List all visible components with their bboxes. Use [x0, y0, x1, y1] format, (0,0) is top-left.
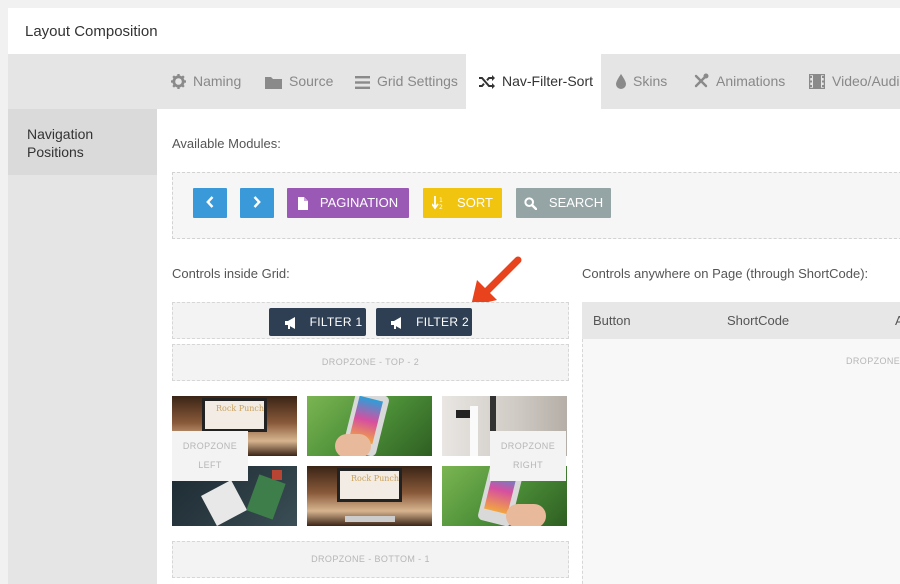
- panel-title: Layout Composition: [8, 8, 900, 54]
- thumb-logo-text-2: Rock Punch: [351, 474, 400, 483]
- tab-skins[interactable]: Skins: [616, 54, 667, 109]
- col-header-a: A: [895, 313, 900, 328]
- dropzone-left-line1: DROPZONE: [182, 441, 238, 451]
- svg-text:2: 2: [439, 204, 443, 210]
- dropzone-right-line2: RIGHT: [513, 460, 543, 470]
- shortcode-dropzone[interactable]: DROPZONE: [582, 339, 900, 584]
- megaphone-icon: [391, 317, 402, 329]
- dropzone-bottom-1[interactable]: DROPZONE - BOTTOM - 1: [172, 541, 569, 578]
- shortcode-table-header: Button ShortCode A: [582, 302, 900, 339]
- tab-video-audio[interactable]: Video/Audi: [808, 54, 899, 109]
- dropzone-left-line2: LEFT: [198, 460, 222, 470]
- dropzone-right-line1: DROPZONE: [500, 441, 556, 451]
- folder-icon: [265, 77, 282, 89]
- filter-2-button[interactable]: FILTER 2: [376, 308, 472, 336]
- list-icon: [355, 76, 370, 89]
- sidebar-item-label-line2: Positions: [27, 144, 84, 160]
- thumbnail-phone-hand: [307, 396, 432, 456]
- search-icon: [524, 197, 538, 211]
- dropzone-left[interactable]: DROPZONE LEFT: [172, 431, 248, 481]
- droplet-icon: [616, 74, 626, 89]
- controls-inside-grid-label: Controls inside Grid:: [172, 266, 290, 281]
- sort-numeric-icon: 12: [431, 196, 443, 211]
- sidebar: Navigation Positions: [8, 109, 157, 584]
- tools-icon: [694, 73, 709, 88]
- main-content: Available Modules: PAGINATION 1 2 SORT SEA…: [157, 109, 900, 584]
- col-header-shortcode: ShortCode: [727, 313, 790, 328]
- sidebar-item-label-line1: Navigation: [27, 126, 94, 142]
- tab-animations[interactable]: Animations: [693, 54, 785, 109]
- tab-source[interactable]: Source: [265, 54, 333, 109]
- file-icon: [297, 197, 308, 210]
- megaphone-icon: [284, 317, 295, 329]
- controls-anywhere-label: Controls anywhere on Page (through Short…: [582, 266, 869, 281]
- red-arrow-icon: [471, 256, 522, 306]
- sort-module[interactable]: 1 2 SORT: [423, 188, 502, 218]
- thumbnail-desk-monitor-2: Rock Punch: [307, 466, 432, 526]
- tab-nav-filter-sort[interactable]: Nav-Filter-Sort: [466, 54, 601, 109]
- sidebar-item-navigation-positions[interactable]: Navigation Positions: [8, 109, 157, 175]
- dropzone-top-1[interactable]: FILTER 1 FILTER 2: [172, 302, 569, 339]
- search-module[interactable]: SEARCH: [516, 188, 611, 218]
- tab-grid-settings[interactable]: Grid Settings: [355, 54, 458, 109]
- available-modules-zone: PAGINATION 1 2 SORT SEARCH: [172, 172, 900, 239]
- film-icon: [808, 73, 826, 90]
- nav-prev-module[interactable]: [193, 188, 227, 218]
- shuffle-icon: [479, 75, 495, 89]
- tab-naming[interactable]: Naming: [171, 54, 241, 109]
- chevron-left-icon: [206, 196, 214, 208]
- dropzone-right[interactable]: DROPZONE RIGHT: [490, 431, 566, 481]
- svg-text:1: 1: [439, 197, 443, 204]
- available-modules-label: Available Modules:: [172, 136, 281, 151]
- tab-bar: Naming Source Grid Settings Nav-Filter-S…: [8, 54, 900, 109]
- chevron-right-icon: [253, 196, 261, 208]
- pagination-module[interactable]: PAGINATION: [287, 188, 409, 218]
- col-header-button: Button: [593, 313, 631, 328]
- filter-1-button[interactable]: FILTER 1: [269, 308, 366, 336]
- thumb-logo-text: Rock Punch: [216, 404, 265, 413]
- nav-next-module[interactable]: [240, 188, 274, 218]
- shortcode-dropzone-label: DROPZONE: [846, 356, 900, 366]
- dropzone-top-2[interactable]: DROPZONE - TOP - 2: [172, 344, 569, 381]
- gear-icon: [171, 74, 186, 89]
